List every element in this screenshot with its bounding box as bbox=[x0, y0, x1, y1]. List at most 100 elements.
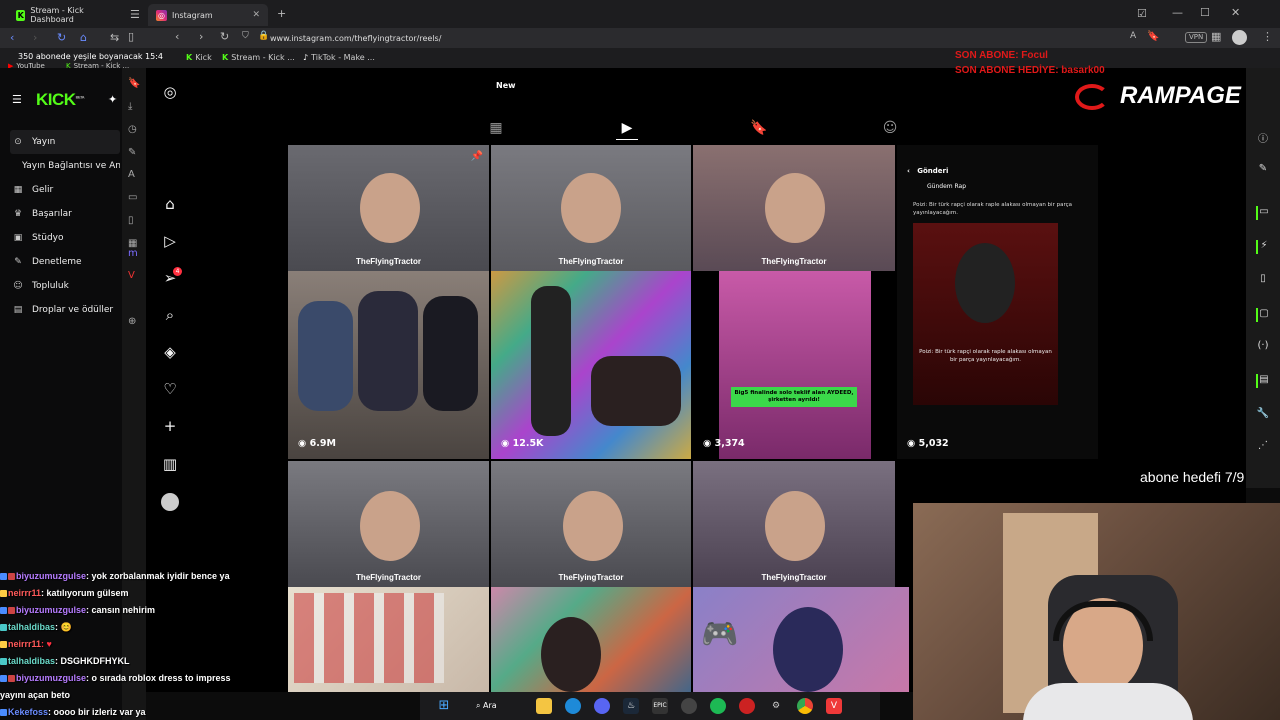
profile-avatar[interactable] bbox=[161, 493, 179, 511]
kick-menu-topluluk[interactable]: ☺ Topluluk bbox=[10, 274, 120, 298]
app-icon[interactable] bbox=[739, 698, 755, 714]
reel-7[interactable]: TheFlyingTractor bbox=[693, 461, 895, 587]
pin-icon[interactable]: ✦ bbox=[108, 94, 117, 105]
tagged-tab-icon[interactable]: ☺ bbox=[879, 120, 901, 140]
kick-menu-studyo[interactable]: ▣ Stüdyo bbox=[10, 226, 120, 250]
steam-icon[interactable]: ♨ bbox=[623, 698, 639, 714]
menu-dots-icon[interactable]: ⋮ bbox=[1262, 31, 1273, 42]
file-explorer-icon[interactable] bbox=[536, 698, 552, 714]
kick-menu-yayin[interactable]: ⊙ Yayın bbox=[10, 130, 120, 154]
back-icon[interactable]: ‹ bbox=[10, 32, 14, 43]
profile-icon[interactable] bbox=[1232, 30, 1247, 45]
kick-menu-link[interactable]: Yayın Bağlantısı ve An bbox=[10, 154, 120, 178]
info-icon[interactable]: ⓘ bbox=[1256, 130, 1270, 145]
extensions-icon[interactable]: ▦ bbox=[1211, 31, 1221, 42]
reel-3[interactable]: TheFlyingTractor bbox=[693, 145, 895, 271]
obs-icon[interactable] bbox=[681, 698, 697, 714]
posts-tab-icon[interactable]: ▦ bbox=[485, 120, 507, 140]
nav-forward-icon[interactable]: › bbox=[199, 31, 203, 42]
tab-menu-icon[interactable]: ☰ bbox=[130, 9, 140, 20]
tab-kick-dashboard[interactable]: K Stream - Kick Dashboard bbox=[8, 4, 123, 26]
kick-menu-droplar[interactable]: ▤ Droplar ve ödüller bbox=[10, 298, 120, 322]
tab-instagram[interactable]: ◎ Instagram ✕ bbox=[148, 4, 268, 26]
vpn-icon[interactable]: VPN bbox=[1185, 32, 1208, 43]
add-panel-icon[interactable]: ⊕ bbox=[128, 316, 136, 327]
close-tab-icon[interactable]: ✕ bbox=[252, 10, 260, 20]
home-icon[interactable]: ⌂ bbox=[80, 32, 87, 43]
kick-menu-basarilar[interactable]: ♛ Başarılar bbox=[10, 202, 120, 226]
reel-2-bottom[interactable]: ◉ 12.5K bbox=[491, 271, 691, 459]
tab-title: Stream - Kick Dashboard bbox=[30, 6, 84, 24]
explore-icon[interactable]: ◈ bbox=[161, 343, 179, 361]
taskbar-search[interactable]: ⌕ Ara bbox=[476, 698, 516, 714]
maximize-icon[interactable]: ☐ bbox=[1200, 7, 1210, 18]
reel-2[interactable]: TheFlyingTractor bbox=[491, 145, 691, 271]
sidebar-icon[interactable]: ▯ bbox=[128, 31, 134, 42]
spotify-icon[interactable] bbox=[710, 698, 726, 714]
reel-1-bottom[interactable]: ◉ 6.9M bbox=[288, 271, 489, 459]
chrome-icon[interactable] bbox=[797, 698, 813, 714]
panel-window-icon[interactable]: ▭ bbox=[1256, 206, 1270, 220]
url-field[interactable]: www.instagram.com/theflyingtractor/reels… bbox=[270, 31, 1190, 46]
reel-6[interactable]: TheFlyingTractor bbox=[491, 461, 691, 587]
window-check-icon[interactable]: ☑ bbox=[1137, 8, 1147, 19]
reader-icon[interactable]: ▭ bbox=[128, 192, 137, 203]
forward-icon[interactable]: › bbox=[33, 32, 37, 43]
reels-icon[interactable]: ▷ bbox=[161, 232, 179, 250]
heart-icon[interactable]: ♡ bbox=[161, 380, 179, 398]
nav-back-icon[interactable]: ‹ bbox=[175, 31, 179, 42]
home-icon[interactable]: ⌂ bbox=[161, 195, 179, 213]
downloads-icon[interactable]: ⤓ bbox=[128, 101, 132, 112]
translate-icon[interactable]: A bbox=[1130, 32, 1136, 41]
translate-panel-icon[interactable]: A bbox=[128, 169, 135, 180]
bookmark-tiktok[interactable]: ♪ TikTok - Make ... bbox=[303, 53, 375, 62]
reel-4-tweet[interactable]: ‹ Gönderi Gündem Rap Poizi: Bir türk rap… bbox=[897, 145, 1098, 459]
edge-icon[interactable] bbox=[565, 698, 581, 714]
windows-start-icon[interactable]: ⊞ bbox=[436, 698, 452, 714]
reel-9[interactable] bbox=[491, 587, 691, 692]
bookmark-kick-stream-2[interactable]: K Stream - Kick ... bbox=[222, 53, 295, 62]
flash-icon[interactable]: ⚡ bbox=[1256, 240, 1270, 254]
reel-3-bottom[interactable]: Big5 finalinde solo teklif alan AYDEED, … bbox=[693, 271, 895, 459]
reload-icon[interactable]: ↻ bbox=[57, 32, 66, 43]
new-highlight-label[interactable]: New bbox=[496, 81, 516, 90]
nav-reload-icon[interactable]: ↻ bbox=[220, 31, 229, 42]
reel-5[interactable]: TheFlyingTractor bbox=[288, 461, 489, 587]
layout-icon[interactable]: ▤ bbox=[1256, 374, 1270, 388]
new-tab-icon[interactable]: + bbox=[277, 8, 286, 19]
kick-menu-gelir[interactable]: ▦ Gelir bbox=[10, 178, 120, 202]
reel-1[interactable]: 📌 TheFlyingTractor bbox=[288, 145, 489, 271]
epic-games-icon[interactable]: EPIC bbox=[652, 698, 668, 714]
broadcast-icon[interactable]: (·) bbox=[1256, 340, 1270, 354]
page-icon[interactable]: ▯ bbox=[1256, 273, 1270, 287]
chat-icon[interactable]: ▢ bbox=[1256, 308, 1270, 322]
reel-8[interactable] bbox=[288, 587, 489, 692]
bookmark-icon[interactable]: 🔖 bbox=[1147, 32, 1159, 42]
notes-icon[interactable]: ✎ bbox=[128, 147, 136, 158]
vivaldi-icon[interactable]: V bbox=[128, 270, 135, 281]
dashboard-icon[interactable]: ▥ bbox=[161, 455, 179, 473]
kick-menu-denetleme[interactable]: ✎ Denetleme bbox=[10, 250, 120, 274]
reels-tab-icon[interactable]: ▶ bbox=[616, 120, 638, 140]
close-window-icon[interactable]: ✕ bbox=[1231, 7, 1240, 18]
minimize-icon[interactable]: — bbox=[1172, 7, 1183, 18]
search-icon[interactable]: ⌕ bbox=[161, 306, 179, 324]
mastodon-icon[interactable]: m bbox=[128, 248, 138, 259]
bookmarks-panel-icon[interactable]: 🔖 bbox=[128, 78, 140, 89]
vivaldi-taskbar-icon[interactable]: V bbox=[826, 698, 842, 714]
settings-toggle-icon[interactable]: ⇆ bbox=[110, 32, 119, 43]
instagram-logo-icon[interactable]: ◎ bbox=[161, 83, 179, 101]
discord-icon[interactable] bbox=[594, 698, 610, 714]
window-icon[interactable]: ▯ bbox=[128, 215, 134, 226]
bookmark-kick[interactable]: K Kick bbox=[186, 53, 212, 62]
settings-icon[interactable]: ⚙ bbox=[768, 698, 784, 714]
create-icon[interactable]: + bbox=[161, 417, 179, 435]
wrench-icon[interactable]: 🔧 bbox=[1256, 408, 1270, 422]
saved-tab-icon[interactable]: 🔖 bbox=[748, 120, 770, 140]
edit-icon[interactable]: ✎ bbox=[1256, 163, 1270, 177]
site-info-icon[interactable]: ⛉ bbox=[242, 32, 249, 41]
history-icon[interactable]: ◷ bbox=[128, 124, 137, 135]
reel-10[interactable]: 🎮 bbox=[693, 587, 909, 692]
hamburger-icon[interactable]: ☰ bbox=[12, 94, 22, 105]
share-icon[interactable]: ⋰ bbox=[1256, 440, 1270, 454]
